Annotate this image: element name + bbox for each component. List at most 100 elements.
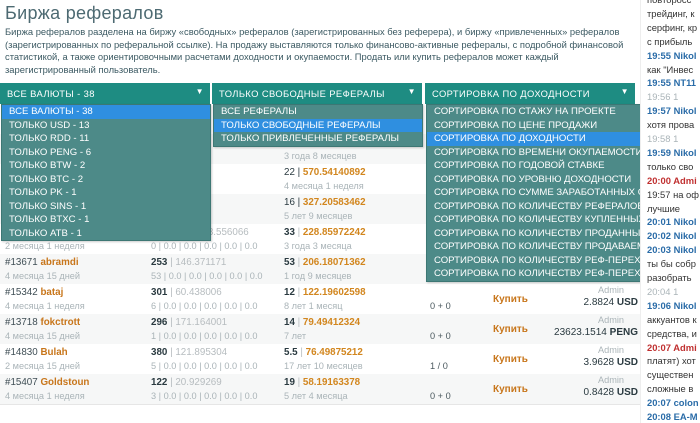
currency-option[interactable]: ТОЛЬКО BTC - 2 bbox=[2, 173, 210, 187]
currency-filter[interactable]: ВСЕ ВАЛЮТЫ - 38 ▼ bbox=[0, 83, 210, 104]
earnings-value: 327.20583462 bbox=[302, 197, 366, 208]
chat-line: 19:06 Nikol bbox=[647, 299, 697, 311]
payback-period: 5 лет 4 месяца bbox=[284, 391, 348, 401]
chevron-down-icon: ▼ bbox=[620, 87, 629, 96]
currency-option[interactable]: ТОЛЬКО BTW - 2 bbox=[2, 159, 210, 173]
referral-type-dropdown: ВСЕ РЕФЕРАЛЫ ТОЛЬКО СВОБОДНЫЕ РЕФЕРАЛЫ ТОЛ… bbox=[213, 104, 423, 147]
referral-name-link[interactable]: fokctrott bbox=[40, 317, 80, 328]
rate-value: 33 bbox=[284, 227, 295, 238]
sale-status: 0 + 0 bbox=[430, 301, 451, 311]
sort-option[interactable]: СОРТИРОВКА ПО ГОДОВОЙ СТАВКЕ bbox=[427, 159, 640, 173]
rate-value: 14 bbox=[284, 317, 295, 328]
chat-line: 20:01 Nikol bbox=[647, 216, 697, 228]
referral-age: 2 месяца 1 неделя bbox=[5, 241, 85, 251]
buy-button[interactable]: Купить bbox=[493, 324, 528, 335]
price-currency: USD bbox=[616, 387, 638, 398]
referral-name-link[interactable]: Goldstoun bbox=[40, 377, 89, 388]
chat-line: 19:57 Nikol bbox=[647, 105, 697, 117]
currency-option[interactable]: ВСЕ ВАЛЮТЫ - 38 bbox=[2, 105, 210, 119]
payback-period: 17 лет 10 месяцев bbox=[284, 361, 363, 371]
earnings-value: 570.54140892 bbox=[302, 167, 366, 178]
seller-name: Admin bbox=[598, 285, 625, 295]
sort-option[interactable]: СОРТИРОВКА ПО КОЛИЧЕСТВУ РЕФ-ПЕРЕХОДОВ С… bbox=[427, 267, 640, 281]
referral-name-link[interactable]: abramdi bbox=[40, 257, 78, 268]
stats-values: | 60.438006 bbox=[167, 287, 222, 298]
referral-name-link[interactable]: bataj bbox=[40, 287, 63, 298]
currency-option[interactable]: ТОЛЬКО BTXC - 1 bbox=[2, 213, 210, 227]
referral-type-filter-label: ТОЛЬКО СВОБОДНЫЕ РЕФЕРАЛЫ bbox=[219, 88, 385, 99]
referral-id: #15407 Goldstoun bbox=[5, 377, 89, 388]
chat-line: сложные в bbox=[647, 383, 694, 395]
table-row: #15342 bataj 4 месяца 1 неделя 301 | 60.43… bbox=[0, 284, 640, 315]
referral-id: #13718 fokctrott bbox=[5, 317, 80, 328]
chat-line: существен bbox=[647, 369, 694, 381]
rate-value: 16 | bbox=[284, 197, 303, 208]
buy-button[interactable]: Купить bbox=[493, 294, 528, 305]
referral-age: 2 месяца 15 дней bbox=[5, 361, 81, 371]
stats-sub: 1 | 0.0 | 0.0 | 0.0 | 0.0 | 0.0 bbox=[151, 331, 258, 341]
sort-filter-label: СОРТИРОВКА ПО ДОХОДНОСТИ bbox=[432, 88, 590, 99]
price-currency: USD bbox=[616, 297, 638, 308]
chat-line: 20:02 Nikol bbox=[647, 230, 697, 242]
price-cell: 23623.1514 PENG bbox=[538, 327, 638, 338]
earnings-value: 122.19602598 bbox=[302, 287, 366, 298]
referrals-count: 301 bbox=[151, 287, 168, 298]
sort-option[interactable]: СОРТИРОВКА ПО УРОВНЮ ДОХОДНОСТИ bbox=[427, 173, 640, 187]
separator: | bbox=[294, 317, 303, 328]
sort-option[interactable]: СОРТИРОВКА ПО ДОХОДНОСТИ bbox=[427, 132, 640, 146]
table-row: #15407 Goldstoun 4 месяца 1 неделя 122 | 2… bbox=[0, 374, 640, 405]
chat-line: средства, и bbox=[647, 327, 697, 339]
sort-option[interactable]: СОРТИРОВКА ПО ВРЕМЕНИ ОКУПАЕМОСТИ bbox=[427, 146, 640, 160]
referral-type-option[interactable]: ВСЕ РЕФЕРАЛЫ bbox=[214, 105, 422, 119]
currency-option[interactable]: ТОЛЬКО RDD - 11 bbox=[2, 132, 210, 146]
earnings-value: 206.18071362 bbox=[302, 257, 366, 268]
referral-type-option[interactable]: ТОЛЬКО ПРИВЛЕЧЕННЫЕ РЕФЕРАЛЫ bbox=[214, 132, 422, 146]
buy-button[interactable]: Купить bbox=[493, 354, 528, 365]
sort-option[interactable]: СОРТИРОВКА ПО КОЛИЧЕСТВУ РЕФ-ПЕРЕХОДОВ bbox=[427, 254, 640, 268]
sort-option[interactable]: СОРТИРОВКА ПО ЦЕНЕ ПРОДАЖИ bbox=[427, 119, 640, 133]
rate-value: 53 bbox=[284, 257, 295, 268]
referral-name-link[interactable]: Bulah bbox=[40, 347, 67, 358]
chat-line: повторосс bbox=[647, 0, 691, 5]
referral-stats: 253 | 146.371171 bbox=[151, 257, 226, 268]
sort-option[interactable]: СОРТИРОВКА ПО КОЛИЧЕСТВУ ПРОДАННЫХ РЕФЕР… bbox=[427, 227, 640, 241]
referral-stats: 296 | 171.164001 bbox=[151, 317, 227, 328]
currency-option[interactable]: ТОЛЬКО ATB - 1 bbox=[2, 227, 210, 241]
table-row: #14830 Bulah 2 месяца 15 дней 380 | 121.89… bbox=[0, 344, 640, 375]
referral-number: #14830 bbox=[5, 347, 38, 358]
chat-line: только сво bbox=[647, 160, 694, 172]
chat-line: с прибыль bbox=[647, 35, 693, 47]
sort-option[interactable]: СОРТИРОВКА ПО КОЛИЧЕСТВУ КУПЛЕННЫХ РЕФЕР… bbox=[427, 213, 640, 227]
chat-line: 20:07 colon bbox=[647, 397, 699, 409]
buy-button[interactable]: Купить bbox=[493, 384, 528, 395]
payback-period: 5 лет 9 месяцев bbox=[284, 211, 353, 221]
currency-option[interactable]: ТОЛЬКО SINS - 1 bbox=[2, 200, 210, 214]
referral-age: 4 месяца 15 дней bbox=[5, 331, 81, 341]
seller-name: Admin bbox=[598, 345, 625, 355]
price-value: 23623.1514 bbox=[554, 327, 607, 338]
sort-filter[interactable]: СОРТИРОВКА ПО ДОХОДНОСТИ ▼ bbox=[425, 83, 635, 104]
rate-value: 5.5 bbox=[284, 347, 298, 358]
chat-line: 19:58 1 bbox=[647, 133, 679, 144]
seller-name: Admin bbox=[598, 375, 625, 385]
price-cell: 2.8824 USD bbox=[538, 297, 639, 308]
sort-option[interactable]: СОРТИРОВКА ПО СУММЕ ЗАРАБОТАННЫХ СРЕДСТВ bbox=[427, 186, 640, 200]
sort-option[interactable]: СОРТИРОВКА ПО КОЛИЧЕСТВУ РЕФЕРАЛОВ bbox=[427, 200, 640, 214]
referral-age: 4 месяца 15 дней bbox=[5, 271, 81, 281]
chat-line: 19:55 Nikol bbox=[647, 49, 697, 61]
currency-option[interactable]: ТОЛЬКО PK - 1 bbox=[2, 186, 210, 200]
earnings-cell: 33 | 228.85972242 bbox=[284, 227, 366, 238]
sale-status: 1 / 0 bbox=[430, 361, 448, 371]
stats-values: | 171.164001 bbox=[167, 317, 228, 328]
price-cell: 3.9628 USD bbox=[538, 357, 639, 368]
sort-option[interactable]: СОРТИРОВКА ПО СТАЖУ НА ПРОЕКТЕ bbox=[427, 105, 640, 119]
currency-option[interactable]: ТОЛЬКО USD - 13 bbox=[2, 119, 210, 133]
stats-values: | 146.371171 bbox=[167, 257, 227, 268]
referrals-count: 122 bbox=[151, 377, 168, 388]
chat-line: 19:59 Nikol bbox=[647, 146, 697, 158]
earnings-cell: 22 | 570.54140892 bbox=[284, 167, 366, 178]
sort-option[interactable]: СОРТИРОВКА ПО КОЛИЧЕСТВУ ПРОДАВАЕМЫХ РЕФ… bbox=[427, 240, 640, 254]
currency-option[interactable]: ТОЛЬКО PENG - 6 bbox=[2, 146, 210, 160]
referral-type-filter[interactable]: ТОЛЬКО СВОБОДНЫЕ РЕФЕРАЛЫ ▼ bbox=[212, 83, 422, 104]
referral-type-option[interactable]: ТОЛЬКО СВОБОДНЫЕ РЕФЕРАЛЫ bbox=[214, 118, 422, 132]
